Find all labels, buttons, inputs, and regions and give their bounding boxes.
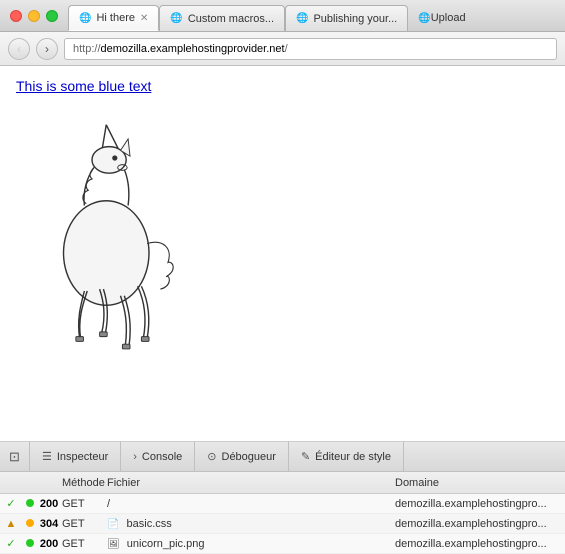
file-name: basic.css	[127, 518, 172, 530]
table-row[interactable]: ✓ 200 GET 🖼 unicorn_pic.png demozilla.ex…	[0, 534, 565, 554]
back-button[interactable]: ‹	[8, 38, 30, 60]
tab-custom-macros[interactable]: 🌐 Custom macros...	[159, 5, 285, 31]
status-dot-icon	[26, 519, 34, 527]
tab-label: Publishing your...	[313, 13, 397, 25]
tab-inspecteur[interactable]: ☰ Inspecteur	[30, 442, 121, 472]
blue-text: This is some blue text	[16, 78, 549, 94]
devtools-target-icon[interactable]: ⊡	[0, 442, 30, 472]
address-protocol: http://	[73, 43, 101, 55]
row-method: GET	[62, 518, 107, 530]
status-code: 304	[40, 518, 58, 530]
row-method: GET	[62, 538, 107, 550]
row-check: ✓	[0, 537, 22, 550]
network-table-header: Méthode Fichier Domaine	[0, 472, 565, 494]
header-method: Méthode	[62, 477, 107, 489]
tab-upload[interactable]: 🌐 Upload	[408, 5, 475, 31]
warning-icon: ▲	[6, 518, 17, 530]
network-table: Méthode Fichier Domaine ✓ 200 GET / demo…	[0, 472, 565, 554]
tab-page-icon: 🌐	[79, 13, 91, 24]
inspecteur-icon: ☰	[42, 450, 52, 463]
status-code: 200	[40, 538, 58, 550]
row-check: ▲	[0, 518, 22, 530]
header-file: Fichier	[107, 477, 395, 489]
editeur-label: Éditeur de style	[315, 451, 391, 463]
row-method: GET	[62, 498, 107, 510]
forward-button[interactable]: ›	[36, 38, 58, 60]
back-icon: ‹	[17, 42, 21, 56]
address-domain: demozilla.examplehostingprovider.net	[101, 43, 285, 55]
tab-label: Upload	[431, 12, 466, 24]
tab-close-icon[interactable]: ✕	[140, 13, 148, 24]
minimize-button[interactable]	[28, 10, 40, 22]
tab-bar: 🌐 Hi there ✕ 🌐 Custom macros... 🌐 Publis…	[68, 0, 565, 31]
tab-hi-there[interactable]: 🌐 Hi there ✕	[68, 5, 159, 31]
tab-debogueur[interactable]: ⊙ Débogueur	[195, 442, 289, 472]
row-status: 200	[22, 498, 62, 510]
check-icon: ✓	[6, 498, 15, 510]
table-row[interactable]: ▲ 304 GET 📄 basic.css demozilla.exampleh…	[0, 514, 565, 534]
maximize-button[interactable]	[46, 10, 58, 22]
tab-publishing[interactable]: 🌐 Publishing your...	[285, 5, 408, 31]
console-icon: ›	[133, 451, 137, 463]
close-button[interactable]	[10, 10, 22, 22]
status-code: 200	[40, 498, 58, 510]
row-domain: demozilla.examplehostingpro...	[395, 538, 565, 550]
table-row[interactable]: ✓ 200 GET / demozilla.examplehostingpro.…	[0, 494, 565, 514]
tab-page-icon: 🌐	[170, 13, 182, 24]
row-check: ✓	[0, 497, 22, 510]
titlebar: 🌐 Hi there ✕ 🌐 Custom macros... 🌐 Publis…	[0, 0, 565, 32]
console-label: Console	[142, 451, 182, 463]
row-file: /	[107, 498, 395, 510]
status-dot-icon	[26, 499, 34, 507]
window-controls	[0, 10, 68, 22]
tab-console[interactable]: › Console	[121, 442, 195, 472]
row-status: 200	[22, 538, 62, 550]
navbar: ‹ › http://demozilla.examplehostingprovi…	[0, 32, 565, 66]
tab-label: Hi there	[96, 12, 135, 24]
row-file: 🖼 unicorn_pic.png	[107, 538, 395, 550]
address-path: /	[285, 43, 288, 55]
tab-page-icon: 🌐	[418, 13, 430, 24]
forward-icon: ›	[45, 42, 49, 56]
tab-page-icon: 🌐	[296, 13, 308, 24]
devtools-tabbar: ⊡ ☰ Inspecteur › Console ⊙ Débogueur ✎ É…	[0, 442, 565, 472]
debogueur-icon: ⊙	[207, 450, 216, 463]
status-dot-icon	[26, 539, 34, 547]
address-bar[interactable]: http://demozilla.examplehostingprovider.…	[64, 38, 557, 60]
inspecteur-label: Inspecteur	[57, 451, 108, 463]
check-icon: ✓	[6, 538, 15, 550]
css-file-icon: 📄	[107, 519, 119, 530]
row-status: 304	[22, 518, 62, 530]
devtools-panel: ⊡ ☰ Inspecteur › Console ⊙ Débogueur ✎ É…	[0, 441, 565, 554]
tab-editeur-style[interactable]: ✎ Éditeur de style	[289, 442, 404, 472]
debogueur-label: Débogueur	[222, 451, 276, 463]
tab-label: Custom macros...	[188, 13, 274, 25]
row-domain: demozilla.examplehostingpro...	[395, 518, 565, 530]
image-file-icon: 🖼	[107, 539, 120, 550]
unicorn-image	[16, 109, 206, 359]
file-name: unicorn_pic.png	[127, 538, 205, 550]
row-domain: demozilla.examplehostingpro...	[395, 498, 565, 510]
main-area: This is some blue text	[0, 66, 565, 554]
header-domain: Domaine	[395, 477, 565, 489]
editeur-icon: ✎	[301, 450, 310, 463]
row-file: 📄 basic.css	[107, 518, 395, 530]
target-icon: ⊡	[9, 449, 20, 465]
